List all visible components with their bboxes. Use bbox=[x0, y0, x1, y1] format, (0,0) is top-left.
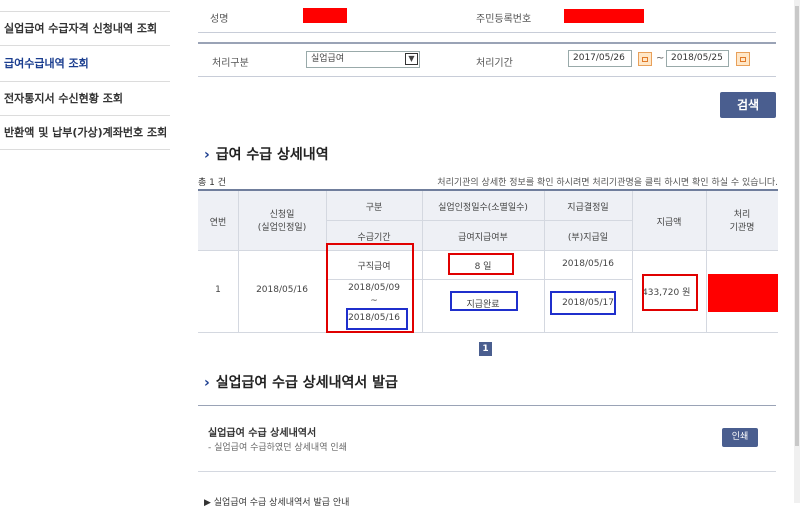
vertical-scrollbar[interactable] bbox=[794, 0, 800, 503]
agency-notice: 처리기관의 상세한 정보를 확인 하시려면 처리기관명을 클릭 하시면 확인 하… bbox=[437, 178, 778, 188]
rrn-label: 주민등록번호 bbox=[476, 14, 532, 25]
sidebar-item-refund-account[interactable]: 반환액 및 납부(가상)계좌번호 조회 bbox=[0, 116, 170, 150]
header-apply-date: 신청일 bbox=[269, 210, 295, 220]
detail-title-text: 급여 수급 상세내역 bbox=[215, 147, 329, 163]
annotation-box bbox=[450, 291, 518, 311]
type-select-value: 실업급여 bbox=[311, 54, 345, 64]
period-label: 처리기간 bbox=[476, 58, 513, 69]
filter-box: 처리구분 실업급여 ▼ 처리기간 2017/05/26 ~ 2018/05/25 bbox=[198, 42, 776, 77]
chevron-right-icon: › bbox=[204, 375, 210, 391]
doc-title: 실업급여 수급 상세내역서 bbox=[208, 428, 317, 439]
header-days: 실업인정일수(소멸일수) bbox=[438, 203, 528, 213]
end-date-input[interactable]: 2018/05/25 bbox=[666, 50, 729, 67]
header-category: 구분 bbox=[365, 203, 383, 213]
header-apply-date-sub: (실업인정일) bbox=[257, 223, 307, 233]
chevron-right-icon: › bbox=[204, 147, 210, 163]
annotation-box bbox=[642, 274, 698, 311]
detail-section-title: › 급여 수급 상세내역 bbox=[204, 144, 329, 164]
sidebar-item-benefit-history[interactable]: 급여수급내역 조회 bbox=[0, 46, 170, 82]
row-apply-date: 2018/05/16 bbox=[256, 285, 308, 295]
header-period: 수급기간 bbox=[357, 233, 391, 243]
annotation-box bbox=[448, 253, 514, 275]
header-amount: 지급액 bbox=[656, 218, 682, 228]
row-no: 1 bbox=[215, 285, 221, 295]
issue-section-title: › 실업급여 수급 상세내역서 발급 bbox=[204, 372, 398, 392]
header-paid-date: (부)지급일 bbox=[567, 233, 609, 243]
name-redacted bbox=[303, 8, 347, 23]
annotation-box bbox=[346, 308, 408, 330]
calendar-icon[interactable] bbox=[736, 52, 750, 66]
benefit-table: 연번 신청일 (실업인정일) 구분 수급기간 실업인정일수(소멸일수) 급여지급… bbox=[198, 189, 778, 333]
type-label: 처리구분 bbox=[212, 58, 249, 69]
sidebar-item-truncated bbox=[0, 0, 170, 12]
date-range-tilde: ~ bbox=[656, 53, 665, 64]
issue-guide-link[interactable]: ▶ 실업급여 수급 상세내역서 발급 안내 bbox=[204, 495, 349, 508]
sidebar: 실업급여 수급자격 신청내역 조회 급여수급내역 조회 전자통지서 수신현황 조… bbox=[0, 0, 170, 503]
doc-desc: - 실업급여 수급하였던 상세내역 인쇄 bbox=[208, 443, 347, 453]
sidebar-item-apply-history[interactable]: 실업급여 수급자격 신청내역 조회 bbox=[0, 12, 170, 46]
scrollbar-thumb[interactable] bbox=[795, 6, 799, 446]
start-date-input[interactable]: 2017/05/26 bbox=[568, 50, 632, 67]
print-button[interactable]: 인쇄 bbox=[722, 428, 758, 447]
header-paid-status: 급여지급여부 bbox=[458, 233, 508, 243]
chevron-down-icon: ▼ bbox=[405, 53, 418, 65]
name-label: 성명 bbox=[210, 14, 229, 25]
header-no: 연번 bbox=[209, 218, 227, 228]
header-agency: 처리 bbox=[733, 210, 751, 220]
issue-title-text: 실업급여 수급 상세내역서 발급 bbox=[215, 375, 398, 391]
main-content: 성명 주민등록번호 처리구분 실업급여 ▼ 처리기간 2017/05/26 ~ … bbox=[198, 0, 778, 508]
person-info-box: 성명 주민등록번호 bbox=[198, 0, 776, 33]
row-decision-date: 2018/05/16 bbox=[562, 259, 614, 269]
header-decision-date: 지급결정일 bbox=[567, 203, 609, 213]
calendar-icon[interactable] bbox=[638, 52, 652, 66]
annotation-box bbox=[550, 291, 616, 315]
total-count: 총 1 건 bbox=[198, 178, 227, 188]
header-agency-sub: 기관명 bbox=[729, 223, 755, 233]
page-1-button[interactable]: 1 bbox=[479, 342, 492, 356]
rrn-redacted bbox=[564, 9, 644, 23]
type-select[interactable]: 실업급여 ▼ bbox=[306, 51, 420, 68]
agency-redacted[interactable] bbox=[708, 274, 778, 312]
sidebar-item-e-notice[interactable]: 전자통지서 수신현황 조회 bbox=[0, 82, 170, 116]
search-button[interactable]: 검색 bbox=[720, 92, 776, 118]
